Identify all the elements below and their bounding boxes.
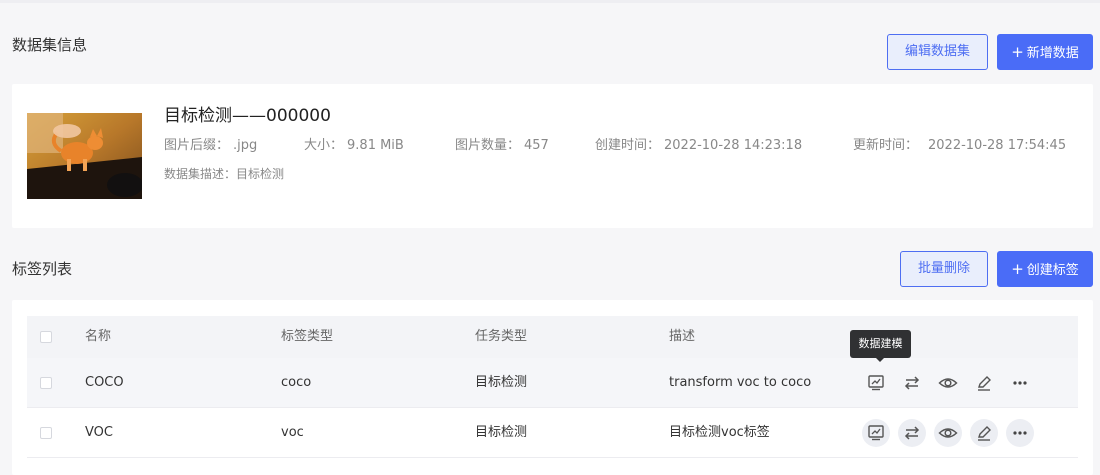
edit-icon[interactable] [970,369,998,397]
meta-size: 大小： 9.81 MiB [304,137,404,155]
create-label-button[interactable]: + 创建标签 [997,251,1093,287]
count-value: 457 [524,138,549,153]
data-modeling-tooltip: 数据建模 [850,330,911,358]
dataset-section-title: 数据集信息 [12,36,88,54]
dataset-thumbnail[interactable] [27,113,142,199]
plus-icon: + [1011,260,1024,278]
row-label-type: voc [281,425,304,440]
top-strip [0,0,1100,3]
convert-icon[interactable] [898,419,926,447]
created-label: 创建时间： [595,138,661,153]
table-header: 名称 标签类型 任务类型 描述 [27,316,1078,358]
dataset-description: 数据集描述：目标检测 [164,165,284,183]
created-value: 2022-10-28 14:23:18 [664,138,803,153]
row-task-type: 目标检测 [475,375,528,390]
column-header-label-type: 标签类型 [281,329,334,344]
dataset-name: 目标检测——000000 [164,106,331,126]
table-row[interactable]: VOC voc 目标检测 目标检测voc标签 [27,408,1078,458]
create-label-label: 创建标签 [1026,263,1079,278]
updated-value: 2022-10-28 17:54:45 [928,138,1067,153]
more-icon[interactable] [1006,369,1034,397]
suffix-value: .jpg [233,138,258,153]
row-label-type: coco [281,375,312,390]
row-task-type: 目标检测 [475,425,528,440]
meta-suffix: 图片后缀： .jpg [164,137,257,155]
desc-value: 目标检测 [236,167,285,181]
data-modeling-icon[interactable] [862,369,890,397]
plus-icon: + [1011,43,1024,61]
desc-label: 数据集描述： [164,167,237,181]
tooltip-arrow [875,357,885,362]
row-name: VOC [85,425,113,440]
updated-label: 更新时间： [853,138,919,153]
meta-updated: 更新时间： 2022-10-28 17:54:45 [853,137,1066,155]
column-header-description: 描述 [669,329,696,344]
edit-icon[interactable] [970,419,998,447]
row-description: transform voc to coco [669,375,812,390]
more-icon[interactable] [1006,419,1034,447]
row-description: 目标检测voc标签 [669,425,770,440]
label-section-title: 标签列表 [12,260,73,278]
view-icon[interactable] [934,369,962,397]
row-name: COCO [85,375,124,390]
meta-created: 创建时间： 2022-10-28 14:23:18 [595,137,802,155]
add-data-button[interactable]: + 新增数据 [997,34,1093,70]
row-checkbox[interactable] [40,377,52,389]
view-icon[interactable] [934,419,962,447]
suffix-label: 图片后缀： [164,138,230,153]
select-all-checkbox[interactable] [40,331,52,343]
size-label: 大小： [304,138,344,153]
add-data-label: 新增数据 [1026,46,1079,61]
data-modeling-icon[interactable] [862,419,890,447]
batch-delete-button[interactable]: 批量删除 [900,251,988,287]
table-row[interactable]: COCO coco 目标检测 transform voc to coco [27,358,1078,408]
size-value: 9.81 MiB [347,138,404,153]
count-label: 图片数量： [455,138,521,153]
cat-thumbnail-image [27,113,142,199]
column-header-name: 名称 [85,329,112,344]
column-header-task-type: 任务类型 [475,329,528,344]
edit-dataset-button[interactable]: 编辑数据集 [887,34,988,70]
meta-count: 图片数量： 457 [455,137,549,155]
row-checkbox[interactable] [40,427,52,439]
convert-icon[interactable] [898,369,926,397]
